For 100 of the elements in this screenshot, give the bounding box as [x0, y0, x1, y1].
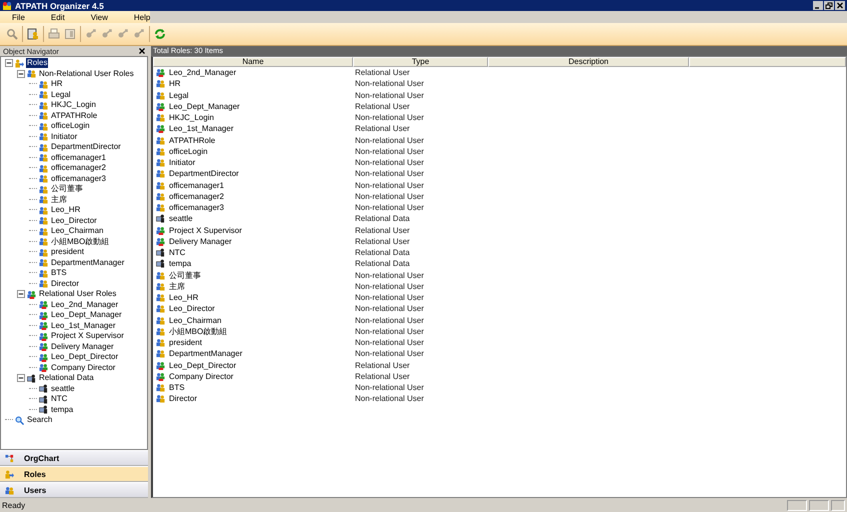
table-cell[interactable]: officeLogin: [169, 146, 208, 156]
table-cell[interactable]: president: [169, 338, 202, 348]
tree-item[interactable]: DepartmentManager: [50, 258, 126, 268]
table-cell-text: Relational Data: [354, 214, 411, 224]
table-cell-text: Non-relational User: [354, 90, 425, 100]
table-cell[interactable]: Initiator: [169, 158, 196, 168]
menu-item[interactable]: View: [78, 12, 108, 22]
tree-item[interactable]: seattle: [50, 384, 76, 394]
table-cell-text: Non-relational User: [354, 203, 425, 212]
table-cell[interactable]: HKJC_Login: [169, 113, 214, 122]
tree-item[interactable]: Initiator: [50, 132, 78, 142]
people-icon: [39, 279, 48, 288]
table-cell[interactable]: Company Director: [169, 372, 234, 381]
table-cell-text: Relational User: [354, 124, 411, 134]
tree-item[interactable]: Leo_Dept_Director: [50, 352, 120, 362]
table-cell[interactable]: tempa: [169, 259, 192, 268]
tree-item[interactable]: Leo_2nd_Manager: [50, 300, 120, 310]
table-cell[interactable]: 公司董事: [169, 270, 201, 281]
table-cell[interactable]: 主席: [169, 280, 185, 292]
tree-item[interactable]: officeLogin: [50, 121, 91, 132]
table-cell-text: Non-relational User: [354, 270, 425, 280]
table-cell[interactable]: Leo_Dept_Director: [169, 360, 236, 370]
table-cell-text: Non-relational User: [354, 282, 425, 291]
table-cell[interactable]: HR: [169, 79, 181, 88]
tree-item[interactable]: Non-Relational User Roles: [38, 68, 135, 79]
tree-item[interactable]: president: [50, 247, 85, 258]
tree-item[interactable]: Leo_1st_Manager: [50, 320, 116, 331]
people-icon: [39, 332, 48, 341]
collapse-icon[interactable]: [5, 59, 13, 68]
tree-item[interactable]: Leo_Director: [50, 216, 98, 226]
table-cell[interactable]: NTC: [169, 248, 186, 258]
tree-item[interactable]: Director: [50, 278, 80, 289]
tree-item[interactable]: Search: [26, 415, 54, 426]
table-cell[interactable]: Leo_Chairman: [169, 316, 222, 325]
table-cell[interactable]: Project X Supervisor: [169, 226, 242, 235]
table-cell[interactable]: seattle: [169, 214, 193, 224]
table-cell[interactable]: Leo_HR: [169, 293, 198, 302]
collapse-icon[interactable]: [17, 290, 25, 298]
minimize-button[interactable]: [813, 1, 823, 10]
clipboard-icon[interactable]: [27, 28, 39, 40]
table-cell[interactable]: Director: [169, 394, 198, 404]
tree-item[interactable]: Legal: [50, 90, 72, 100]
tree-item[interactable]: Roles: [26, 58, 48, 68]
tree-item[interactable]: tempa: [50, 404, 74, 415]
table-cell[interactable]: officemanager2: [169, 192, 224, 201]
people-icon: [39, 164, 48, 173]
collapse-icon[interactable]: [17, 70, 25, 78]
menu-item[interactable]: File: [0, 12, 25, 22]
close-button[interactable]: [835, 1, 845, 10]
tree-item[interactable]: Leo_Dept_Manager: [50, 310, 123, 320]
table-cell[interactable]: DepartmentManager: [169, 349, 242, 358]
tree-item[interactable]: Leo_Chairman: [50, 226, 104, 236]
tree-item[interactable]: Relational User Roles: [38, 289, 118, 300]
tree-item[interactable]: 小組MBO啟動組: [50, 236, 110, 247]
tree-item[interactable]: NTC: [50, 394, 68, 404]
column-header[interactable]: Type: [353, 57, 488, 67]
tree-item[interactable]: Delivery Manager: [50, 342, 115, 352]
table-cell[interactable]: officemanager1: [169, 180, 224, 190]
table-cell[interactable]: Leo_2nd_Manager: [169, 68, 236, 78]
column-header[interactable]: Description: [488, 57, 689, 67]
tree-item[interactable]: HKJC_Login: [50, 100, 97, 110]
table-cell[interactable]: 小組MBO啟動組: [169, 326, 228, 337]
table-cell[interactable]: BTS: [169, 383, 185, 392]
refresh-icon[interactable]: [154, 28, 166, 40]
table-cell-text: Relational User: [354, 360, 411, 370]
tree-item[interactable]: HR: [50, 79, 64, 90]
table-cell[interactable]: Leo_1st_Manager: [169, 124, 234, 134]
tree-item[interactable]: Project X Supervisor: [50, 331, 125, 342]
nav-button[interactable]: Roles: [0, 466, 148, 482]
table-cell[interactable]: ATPATHRole: [169, 136, 216, 145]
tree-item[interactable]: ATPATHRole: [50, 110, 98, 121]
tree-item[interactable]: 公司董事: [50, 184, 84, 194]
table-cell[interactable]: officemanager3: [169, 203, 224, 212]
computer-person-icon: [156, 214, 165, 224]
people-icon: [156, 146, 165, 156]
collapse-icon[interactable]: [17, 374, 25, 382]
nav-button[interactable]: Users: [0, 482, 148, 498]
close-icon[interactable]: [139, 48, 145, 54]
table-cell[interactable]: Delivery Manager: [169, 236, 232, 246]
table-cell[interactable]: Legal: [169, 90, 189, 100]
tree-item[interactable]: officemanager3: [50, 174, 107, 184]
table-cell[interactable]: DepartmentDirector: [169, 169, 239, 178]
menu-item[interactable]: Help: [122, 12, 150, 22]
restore-button[interactable]: [824, 1, 834, 10]
tree-item[interactable]: officemanager2: [50, 163, 107, 174]
table-cell[interactable]: Leo_Dept_Manager: [169, 102, 240, 111]
nav-button[interactable]: OrgChart: [0, 450, 148, 466]
table-cell[interactable]: Leo_Director: [169, 304, 215, 314]
status-panel: [831, 500, 845, 510]
people-icon: [156, 338, 165, 348]
tree-item[interactable]: Company Director: [50, 362, 116, 373]
tree-item[interactable]: Leo_HR: [50, 205, 82, 216]
column-header[interactable]: Name: [153, 57, 353, 67]
tree-item[interactable]: officemanager1: [50, 152, 107, 163]
tree-item[interactable]: BTS: [50, 268, 68, 278]
menu-item[interactable]: Edit: [38, 12, 65, 22]
tree-item[interactable]: 主席: [50, 194, 68, 205]
table-cell-text: Non-relational User: [354, 304, 425, 314]
tree-item[interactable]: DepartmentDirector: [50, 142, 122, 152]
tree-item[interactable]: Relational Data: [38, 373, 95, 384]
